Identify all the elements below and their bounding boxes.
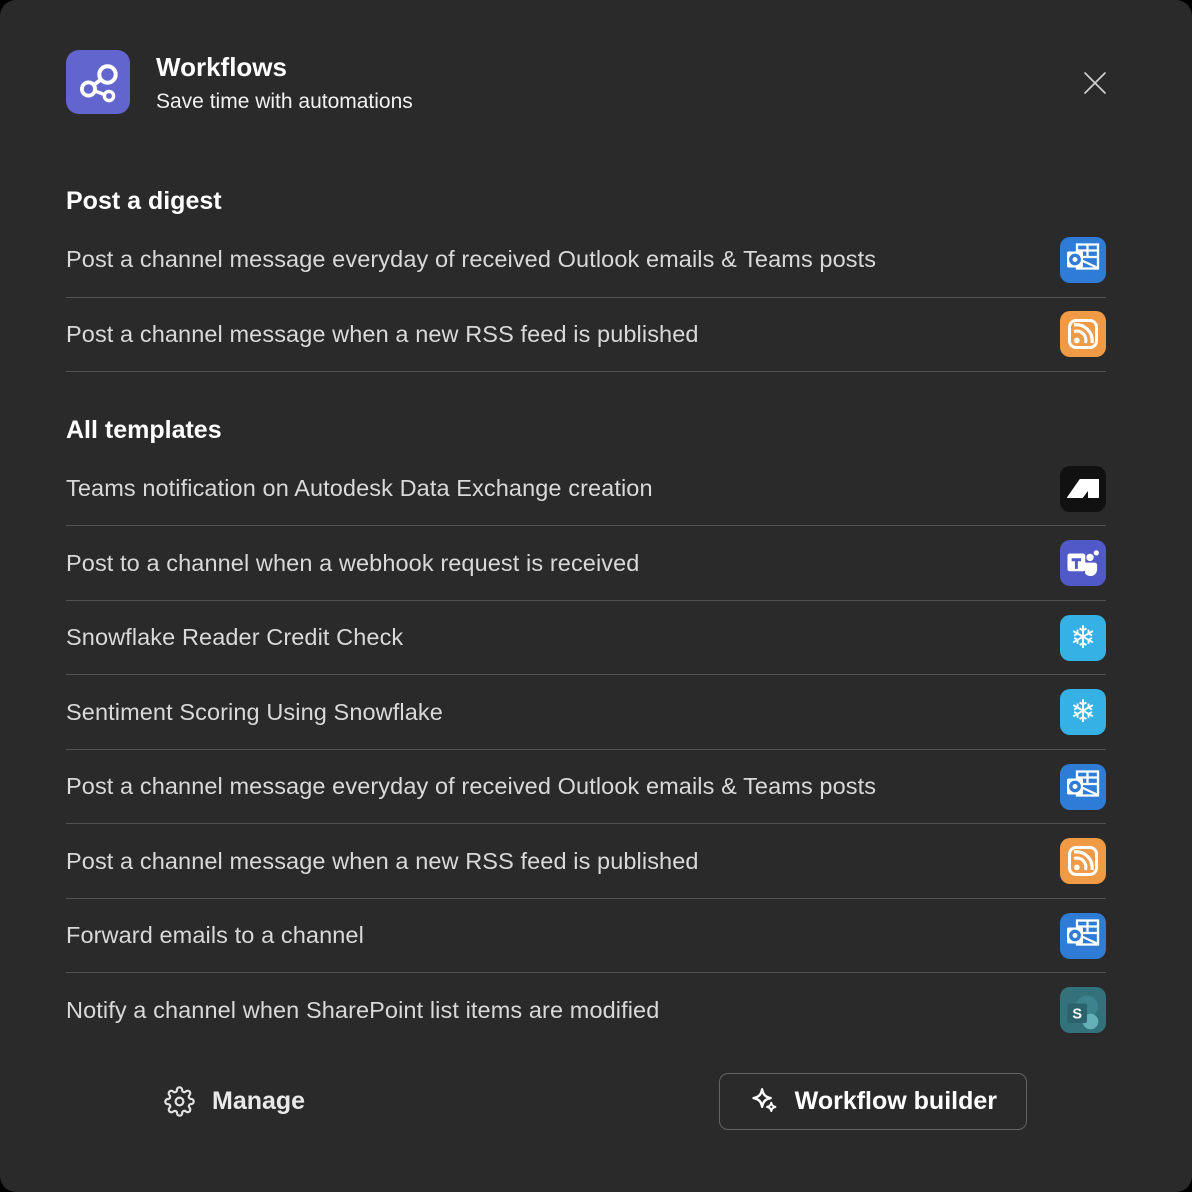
workflow-template-row[interactable]: Notify a channel when SharePoint list it… — [66, 973, 1106, 1047]
outlook-icon — [1060, 237, 1106, 283]
dialog-header: Workflows Save time with automations — [0, 0, 1192, 115]
workflow-template-row[interactable]: Snowflake Reader Credit Check ❄ — [66, 601, 1106, 676]
template-list: Teams notification on Autodesk Data Exch… — [66, 452, 1106, 1047]
section-heading: All templates — [66, 416, 1106, 445]
workflow-template-label: Post a channel message when a new RSS fe… — [66, 321, 699, 348]
section-all-templates: All templates Teams notification on Auto… — [66, 416, 1106, 1047]
workflow-template-row[interactable]: Post to a channel when a webhook request… — [66, 526, 1106, 601]
autodesk-icon — [1060, 466, 1106, 512]
workflow-template-label: Post a channel message when a new RSS fe… — [66, 848, 699, 875]
gear-icon — [164, 1086, 195, 1117]
workflow-template-row[interactable]: Sentiment Scoring Using Snowflake ❄ — [66, 675, 1106, 750]
workflows-app-icon — [66, 50, 130, 114]
workflow-template-label: Snowflake Reader Credit Check — [66, 624, 403, 651]
workflow-template-label: Teams notification on Autodesk Data Exch… — [66, 475, 653, 502]
dialog-subtitle: Save time with automations — [156, 88, 413, 115]
outlook-icon — [1060, 764, 1106, 810]
close-icon — [1080, 68, 1110, 98]
dialog-footer: Manage Workflow builder — [164, 1073, 1027, 1130]
workflows-dialog: Workflows Save time with automations Pos… — [0, 0, 1192, 1192]
sparkle-icon — [749, 1086, 780, 1116]
workflow-template-row[interactable]: Post a channel message when a new RSS fe… — [66, 824, 1106, 899]
svg-text:❄: ❄ — [1070, 694, 1096, 729]
teams-icon — [1060, 540, 1106, 586]
dialog-title: Workflows — [156, 52, 413, 83]
close-button[interactable] — [1078, 66, 1112, 100]
header-text: Workflows Save time with automations — [156, 50, 413, 115]
sharepoint-icon: S — [1060, 987, 1106, 1033]
workflow-template-label: Notify a channel when SharePoint list it… — [66, 997, 659, 1024]
svg-text:❄: ❄ — [1070, 620, 1096, 655]
workflow-template-label: Post to a channel when a webhook request… — [66, 550, 639, 577]
section-heading: Post a digest — [66, 187, 1106, 216]
workflow-builder-label: Workflow builder — [795, 1087, 997, 1116]
workflow-template-label: Sentiment Scoring Using Snowflake — [66, 699, 443, 726]
manage-button[interactable]: Manage — [164, 1086, 305, 1117]
workflow-template-label: Post a channel message everyday of recei… — [66, 773, 876, 800]
section-post-a-digest: Post a digest Post a channel message eve… — [66, 187, 1106, 372]
snowflake-icon: ❄ — [1060, 615, 1106, 661]
snowflake-icon: ❄ — [1060, 689, 1106, 735]
workflow-template-row[interactable]: Forward emails to a channel — [66, 899, 1106, 974]
workflow-builder-button[interactable]: Workflow builder — [719, 1073, 1027, 1130]
workflow-template-row[interactable]: Post a channel message everyday of recei… — [66, 223, 1106, 298]
workflow-template-row[interactable]: Teams notification on Autodesk Data Exch… — [66, 452, 1106, 527]
manage-label: Manage — [212, 1087, 305, 1116]
dialog-content: Post a digest Post a channel message eve… — [66, 187, 1106, 1130]
workflow-template-row[interactable]: Post a channel message everyday of recei… — [66, 750, 1106, 825]
workflow-template-label: Forward emails to a channel — [66, 922, 364, 949]
svg-text:S: S — [1072, 1007, 1082, 1023]
outlook-icon — [1060, 913, 1106, 959]
template-list: Post a channel message everyday of recei… — [66, 223, 1106, 372]
workflow-template-row[interactable]: Post a channel message when a new RSS fe… — [66, 298, 1106, 373]
rss-icon — [1060, 311, 1106, 357]
workflow-template-label: Post a channel message everyday of recei… — [66, 246, 876, 273]
rss-icon — [1060, 838, 1106, 884]
